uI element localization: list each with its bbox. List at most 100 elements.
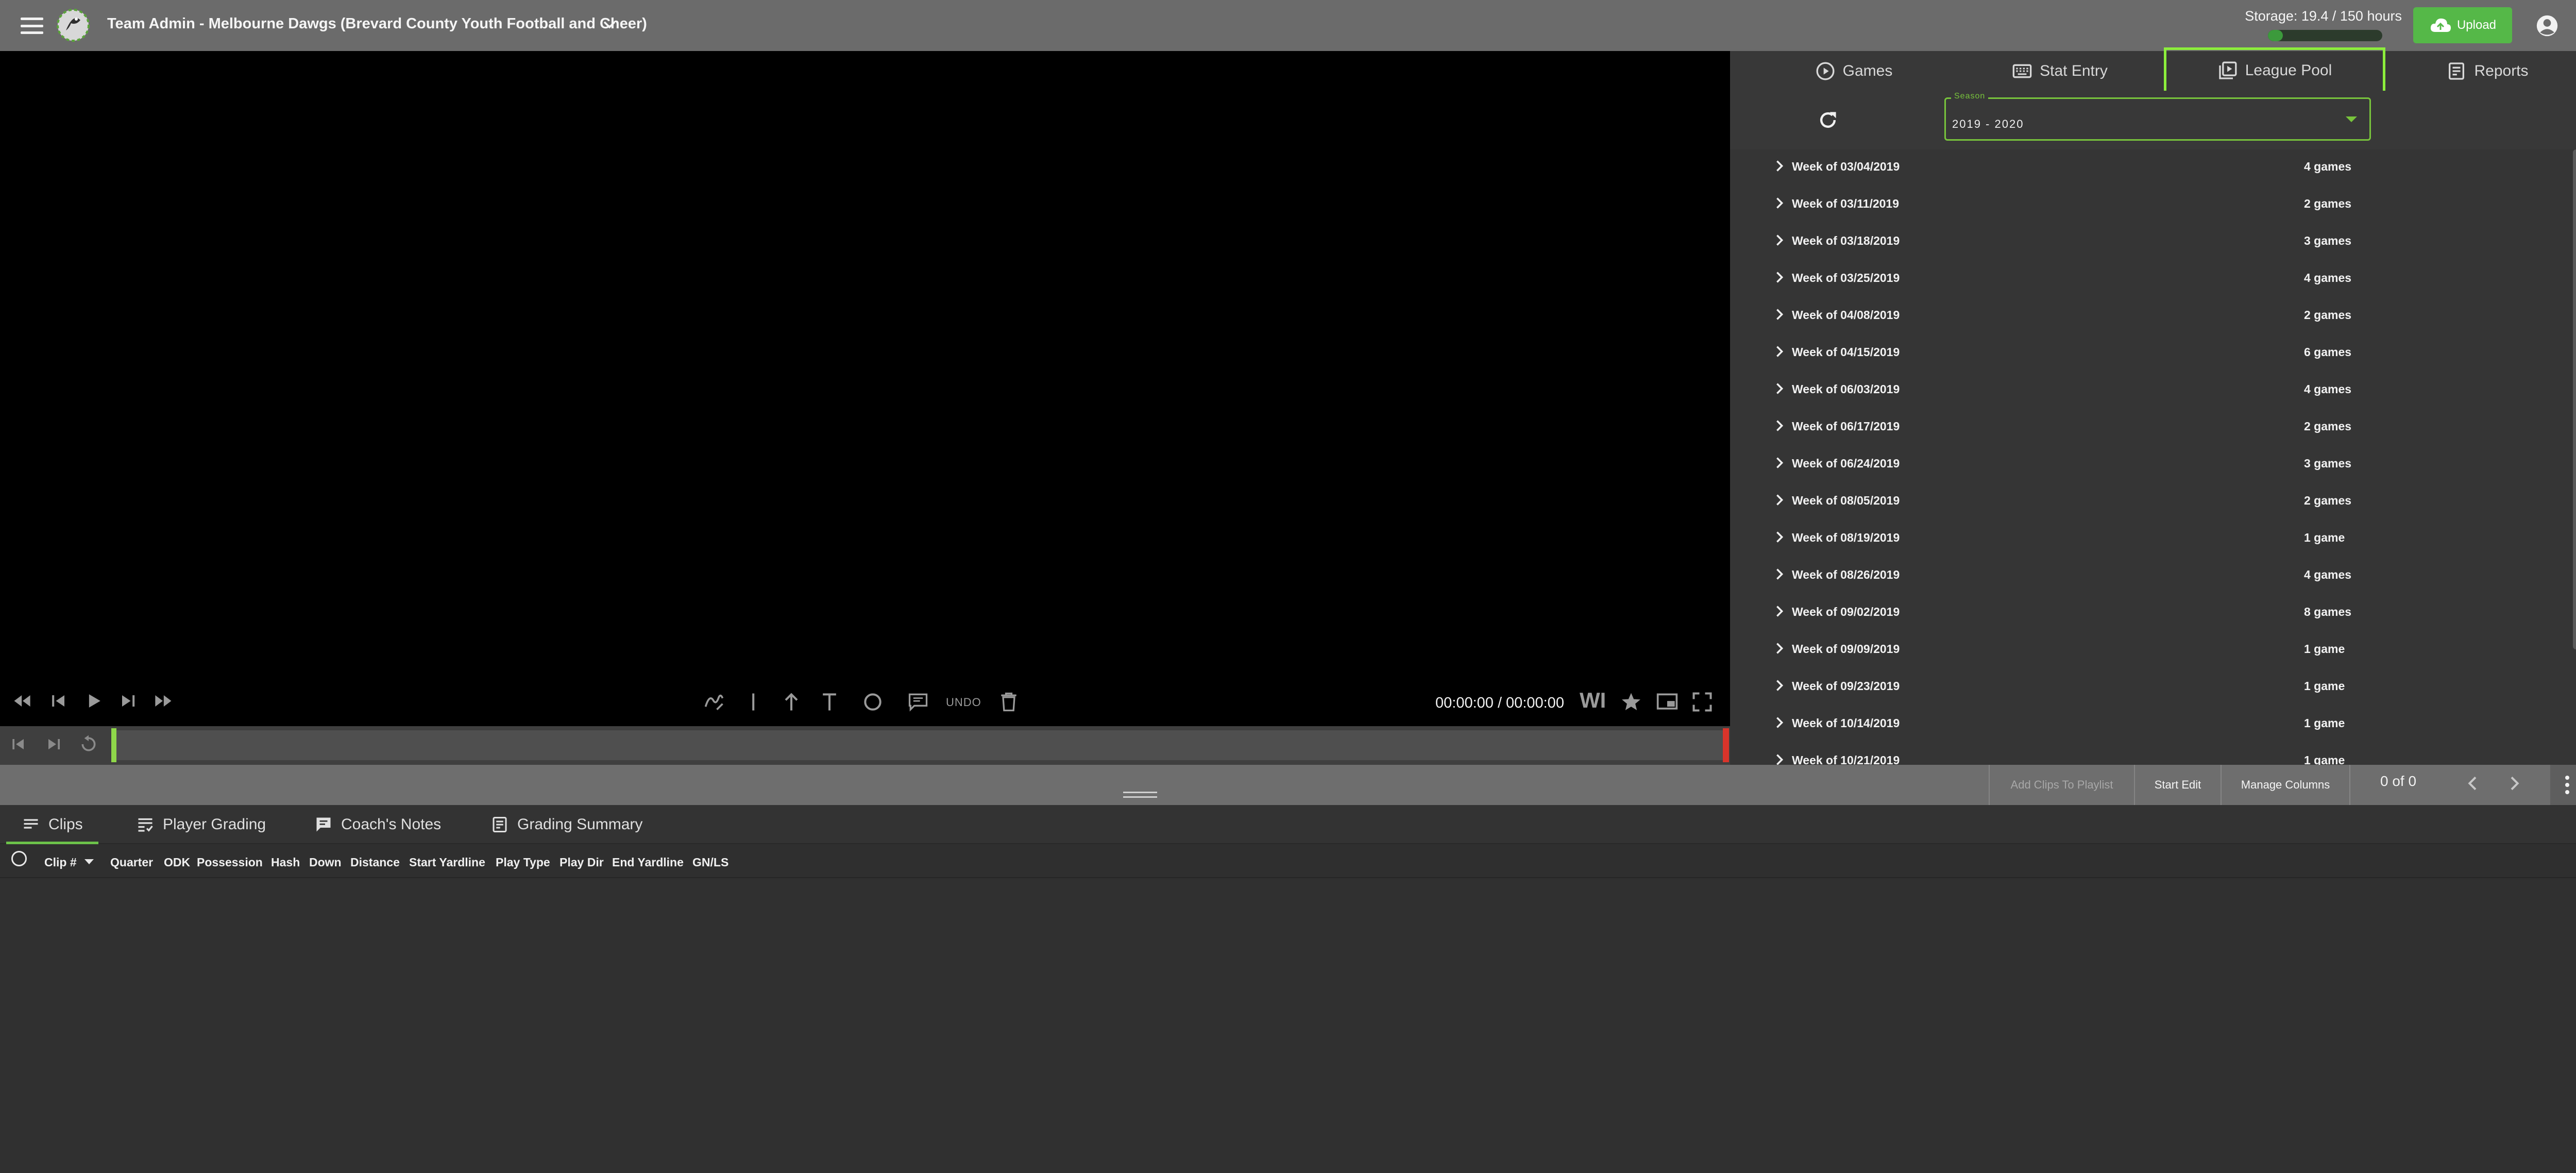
chevron-right-icon[interactable]: [1772, 381, 1787, 396]
skip-previous-icon[interactable]: [8, 734, 29, 755]
week-row[interactable]: Week of 08/19/2019 1 game: [1730, 518, 2576, 556]
week-row[interactable]: Week of 09/09/2019 1 game: [1730, 630, 2576, 667]
wi-button[interactable]: WI: [1580, 688, 1606, 713]
week-row[interactable]: Week of 09/23/2019 1 game: [1730, 667, 2576, 704]
tab-games[interactable]: Games: [1776, 51, 1931, 91]
add-clips-to-playlist-button[interactable]: Add Clips To Playlist: [1989, 765, 2134, 805]
step-back-icon[interactable]: [47, 690, 70, 712]
column-distance[interactable]: Distance: [350, 856, 400, 869]
column-play-type[interactable]: Play Type: [496, 856, 550, 869]
column-gn-ls[interactable]: GN/LS: [692, 856, 728, 869]
timeline-end-marker[interactable]: [1723, 728, 1729, 762]
week-row[interactable]: Week of 03/04/2019 4 games: [1730, 149, 2576, 185]
week-row[interactable]: Week of 08/26/2019 4 games: [1730, 556, 2576, 593]
skip-next-icon[interactable]: [43, 734, 64, 755]
chevron-right-icon[interactable]: [1772, 418, 1787, 433]
tab-clips[interactable]: Clips: [6, 805, 98, 844]
delete-icon[interactable]: [997, 691, 1020, 713]
week-label: Week of 08/05/2019: [1792, 494, 1900, 507]
sort-desc-icon[interactable]: [84, 859, 94, 864]
week-row[interactable]: Week of 06/03/2019 4 games: [1730, 370, 2576, 407]
week-row[interactable]: Week of 03/11/2019 2 games: [1730, 185, 2576, 222]
manage-columns-button[interactable]: Manage Columns: [2221, 765, 2350, 805]
t-bar-tool-icon[interactable]: [818, 691, 841, 713]
chevron-right-icon[interactable]: [1772, 641, 1787, 656]
column-down[interactable]: Down: [309, 856, 342, 869]
star-icon[interactable]: [1620, 691, 1642, 713]
week-row[interactable]: Week of 09/02/2019 8 games: [1730, 593, 2576, 630]
fast-forward-icon[interactable]: [151, 690, 174, 712]
column-play-dir[interactable]: Play Dir: [560, 856, 604, 869]
circle-tool-icon[interactable]: [861, 691, 884, 713]
chevron-right-icon[interactable]: [1772, 233, 1787, 247]
tab-coachs-notes[interactable]: Coach's Notes: [314, 805, 441, 844]
column-clip-number[interactable]: Clip #: [44, 856, 77, 869]
week-row[interactable]: Week of 03/18/2019 3 games: [1730, 222, 2576, 259]
line-tool-icon[interactable]: [742, 691, 765, 713]
play-icon[interactable]: [82, 690, 105, 712]
week-row[interactable]: Week of 08/05/2019 2 games: [1730, 481, 2576, 518]
start-edit-button[interactable]: Start Edit: [2134, 765, 2221, 805]
tab-player-grading[interactable]: Player Grading: [136, 805, 266, 844]
menu-icon[interactable]: [21, 18, 43, 34]
column-end-yardline[interactable]: End Yardline: [612, 856, 684, 869]
chevron-right-icon[interactable]: [1772, 715, 1787, 730]
freehand-draw-icon[interactable]: [703, 691, 725, 713]
week-row[interactable]: Week of 04/15/2019 6 games: [1730, 333, 2576, 370]
week-row[interactable]: Week of 10/14/2019 1 game: [1730, 704, 2576, 741]
chevron-left-icon[interactable]: [2463, 773, 2483, 794]
select-all-radio[interactable]: [11, 851, 27, 866]
column-possession[interactable]: Possession: [197, 856, 263, 869]
week-row[interactable]: Week of 06/17/2019 2 games: [1730, 407, 2576, 444]
timeline[interactable]: [0, 726, 1730, 765]
tab-reports[interactable]: Reports: [2415, 51, 2560, 91]
right-panel-scrollbar[interactable]: [2573, 149, 2576, 649]
chevron-right-icon[interactable]: [1772, 678, 1787, 693]
timeline-track[interactable]: [113, 730, 1725, 760]
undo-button[interactable]: UNDO: [946, 696, 981, 709]
refresh-icon[interactable]: [1817, 109, 1839, 131]
chevron-right-icon[interactable]: [1772, 493, 1787, 507]
chevron-right-icon[interactable]: [1772, 752, 1787, 765]
chevron-right-icon[interactable]: [1772, 307, 1787, 322]
chevron-right-icon[interactable]: [2504, 773, 2524, 794]
tab-stat-entry[interactable]: Stat Entry: [1972, 51, 2147, 91]
right-panel: Games Stat Entry League Pool Reports Sea…: [1730, 47, 2576, 765]
upload-button[interactable]: Upload: [2413, 7, 2512, 43]
chevron-down-icon[interactable]: [601, 15, 618, 33]
column-quarter[interactable]: Quarter: [110, 856, 153, 869]
picture-in-picture-icon[interactable]: [1656, 691, 1679, 713]
chevron-right-icon[interactable]: [1772, 567, 1787, 581]
video-player[interactable]: [0, 51, 1730, 726]
chevron-right-icon[interactable]: [1772, 270, 1787, 284]
column-hash[interactable]: Hash: [271, 856, 300, 869]
fullscreen-icon[interactable]: [1691, 691, 1714, 713]
week-row[interactable]: Week of 03/25/2019 4 games: [1730, 259, 2576, 296]
chevron-right-icon[interactable]: [1772, 456, 1787, 470]
tab-league-pool[interactable]: League Pool: [2164, 47, 2385, 94]
comment-tool-icon[interactable]: [907, 691, 929, 713]
tab-grading-summary[interactable]: Grading Summary: [490, 805, 642, 844]
week-row[interactable]: Week of 10/21/2019 1 game: [1730, 741, 2576, 765]
account-circle-icon[interactable]: [2536, 14, 2558, 37]
chevron-right-icon[interactable]: [1772, 159, 1787, 173]
season-select[interactable]: Season 2019 - 2020: [1944, 92, 2371, 141]
replay-icon[interactable]: [78, 734, 99, 755]
column-start-yardline[interactable]: Start Yardline: [409, 856, 485, 869]
fast-rewind-icon[interactable]: [11, 690, 34, 712]
column-odk[interactable]: ODK: [164, 856, 190, 869]
week-game-count: 8 games: [2304, 605, 2352, 618]
resize-handle[interactable]: [1123, 792, 1157, 798]
week-row[interactable]: Week of 04/08/2019 2 games: [1730, 296, 2576, 333]
tab-player-grading-label: Player Grading: [163, 816, 266, 833]
step-forward-icon[interactable]: [116, 690, 139, 712]
team-selector-title[interactable]: Team Admin - Melbourne Dawgs (Brevard Co…: [107, 15, 647, 32]
week-row[interactable]: Week of 06/24/2019 3 games: [1730, 444, 2576, 481]
more-options-icon[interactable]: [2550, 765, 2576, 805]
chevron-right-icon[interactable]: [1772, 196, 1787, 210]
chevron-right-icon[interactable]: [1772, 344, 1787, 359]
arrow-tool-icon[interactable]: [780, 691, 803, 713]
chevron-right-icon[interactable]: [1772, 530, 1787, 544]
chevron-right-icon[interactable]: [1772, 604, 1787, 618]
timeline-start-marker[interactable]: [111, 728, 116, 762]
